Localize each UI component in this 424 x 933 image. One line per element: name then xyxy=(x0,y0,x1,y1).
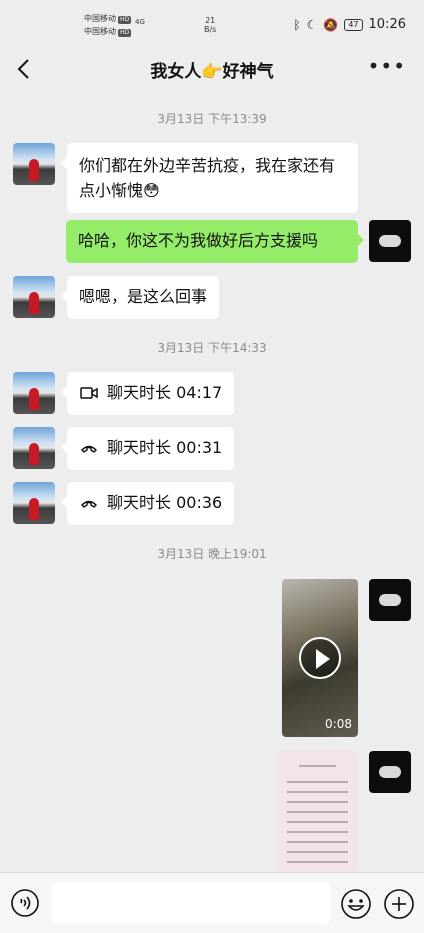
doc-line xyxy=(287,861,348,863)
play-icon[interactable] xyxy=(299,637,341,679)
message-text: 嗯嗯，是这么回事 xyxy=(79,287,208,306)
message-input[interactable] xyxy=(52,882,330,924)
doc-line xyxy=(299,765,336,767)
mute-icon: 🔕 xyxy=(323,17,339,32)
hd-badge-2: HD xyxy=(118,29,132,37)
image-message[interactable] xyxy=(277,751,358,872)
call-duration: 聊天时长 00:31 xyxy=(107,438,223,457)
call-duration: 聊天时长 04:17 xyxy=(107,383,223,402)
message-text: 哈哈，你这不为我做好后方支援吗 xyxy=(78,231,319,250)
timestamp: 3月13日 晚上19:01 xyxy=(157,547,267,561)
network-type: 4G xyxy=(135,18,145,26)
carrier-2: 中国移动 HD xyxy=(84,27,132,37)
network-speed: 21 B/s xyxy=(204,16,216,34)
back-arrow-icon[interactable] xyxy=(10,54,40,84)
voice-input-icon[interactable] xyxy=(10,888,40,918)
doc-line xyxy=(287,811,348,813)
chat-title: 我女人👉好神气 xyxy=(150,62,274,82)
timestamp: 3月13日 下午13:39 xyxy=(157,112,267,126)
clock: 10:26 xyxy=(368,17,406,32)
doc-line xyxy=(287,781,348,783)
moon-icon: ☾ xyxy=(306,17,318,32)
contact-avatar[interactable] xyxy=(13,143,55,185)
more-icon[interactable]: ••• xyxy=(368,54,406,78)
doc-line xyxy=(287,801,348,803)
doc-line xyxy=(287,851,348,853)
phone-icon xyxy=(81,445,97,453)
timestamp: 3月13日 下午14:33 xyxy=(157,341,267,355)
sent-message[interactable]: 哈哈，你这不为我做好后方支援吗 xyxy=(66,220,364,263)
doc-line xyxy=(287,841,348,843)
carrier-2-label: 中国移动 xyxy=(84,27,116,36)
doc-line xyxy=(287,831,348,833)
battery-indicator: 47 xyxy=(344,18,363,31)
received-message[interactable]: 嗯嗯，是这么回事 xyxy=(60,276,220,319)
input-bar xyxy=(0,872,424,933)
message-text: 你们都在外边辛苦抗疫，我在家还有点小惭愧😳 xyxy=(79,156,336,200)
video-call-icon xyxy=(80,386,98,399)
contact-avatar[interactable] xyxy=(13,372,55,414)
plus-icon[interactable] xyxy=(383,888,415,920)
voice-call-record[interactable]: 聊天时长 00:31 xyxy=(60,427,235,470)
video-call-record[interactable]: 聊天时长 04:17 xyxy=(60,372,235,415)
chat-header: 我女人👉好神气 ••• xyxy=(0,42,424,98)
status-icons: ᛒ ☾ 🔕 47 10:26 xyxy=(293,17,406,32)
call-duration: 聊天时长 00:36 xyxy=(107,493,223,512)
speed-unit: B/s xyxy=(204,25,217,34)
voice-call-record[interactable]: 聊天时长 00:36 xyxy=(60,482,235,525)
video-message[interactable]: 0:08 xyxy=(282,579,358,737)
carrier-1: 中国移动 HD xyxy=(84,14,132,24)
doc-line xyxy=(287,791,348,793)
status-bar: 中国移动 HD 中国移动 HD 4G 21 B/s ᛒ ☾ 🔕 47 10:26 xyxy=(0,0,424,42)
emoji-icon[interactable] xyxy=(340,888,372,920)
contact-avatar[interactable] xyxy=(13,482,55,524)
hd-badge: HD xyxy=(118,16,132,24)
contact-avatar[interactable] xyxy=(13,276,55,318)
carrier-1-label: 中国移动 xyxy=(84,14,116,23)
my-avatar[interactable] xyxy=(369,751,411,793)
video-duration: 0:08 xyxy=(325,717,352,731)
my-avatar[interactable] xyxy=(369,579,411,621)
doc-line xyxy=(287,821,348,823)
speed-value: 21 xyxy=(205,16,216,25)
received-message[interactable]: 你们都在外边辛苦抗疫，我在家还有点小惭愧😳 xyxy=(61,143,358,213)
my-avatar[interactable] xyxy=(369,220,411,262)
contact-avatar[interactable] xyxy=(13,427,55,469)
phone-icon xyxy=(81,500,97,508)
bluetooth-icon: ᛒ xyxy=(293,17,301,32)
